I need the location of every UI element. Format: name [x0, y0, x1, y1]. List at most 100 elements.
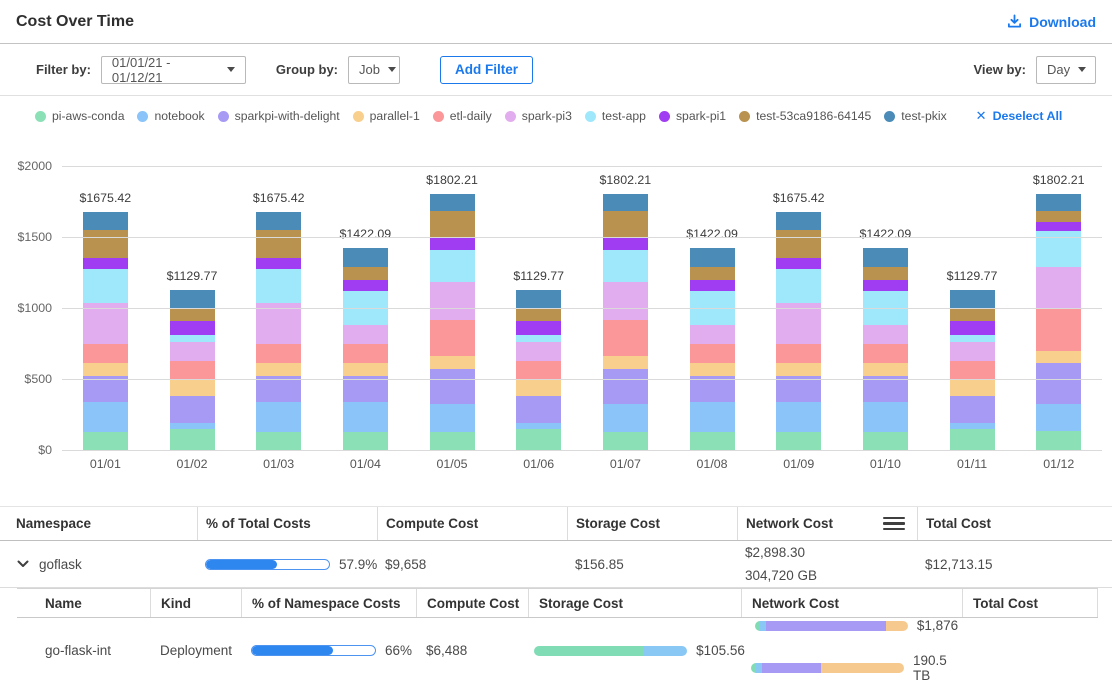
bar-segment-test-pkix[interactable] — [516, 290, 561, 309]
bar-segment-sparkpi-with-delight[interactable] — [1036, 363, 1081, 404]
stacked-bar[interactable] — [603, 194, 648, 450]
bar-segment-sparkpi-with-delight[interactable] — [170, 396, 215, 423]
bar-segment-notebook[interactable] — [863, 402, 908, 432]
bar-segment-test-53ca9186-64145[interactable] — [603, 211, 648, 239]
bar-segment-pi-aws-conda[interactable] — [256, 432, 301, 450]
bar-segment-spark-pi3[interactable] — [343, 325, 388, 344]
bar-segment-pi-aws-conda[interactable] — [170, 429, 215, 450]
bar-segment-test-53ca9186-64145[interactable] — [343, 267, 388, 280]
download-button[interactable]: Download — [1007, 14, 1096, 30]
stacked-bar[interactable] — [343, 248, 388, 450]
bar-segment-spark-pi1[interactable] — [430, 238, 475, 249]
bar-segment-test-53ca9186-64145[interactable] — [83, 230, 128, 259]
stacked-bar[interactable] — [863, 248, 908, 450]
bar-segment-parallel-1[interactable] — [83, 363, 128, 376]
bar-segment-test-app[interactable] — [430, 250, 475, 282]
stacked-bar[interactable] — [516, 290, 561, 450]
column-header-name[interactable]: Name — [17, 589, 150, 617]
bar-segment-test-app[interactable] — [83, 269, 128, 304]
bar-segment-etl-daily[interactable] — [516, 361, 561, 379]
bar-segment-test-pkix[interactable] — [690, 248, 735, 267]
bar-segment-spark-pi3[interactable] — [516, 342, 561, 361]
bar-segment-sparkpi-with-delight[interactable] — [950, 396, 995, 423]
column-header-storage-cost[interactable]: Storage Cost — [567, 507, 737, 540]
legend-item[interactable]: test-app — [585, 109, 646, 123]
bar-segment-etl-daily[interactable] — [83, 344, 128, 363]
bar-segment-spark-pi3[interactable] — [950, 342, 995, 361]
bar-segment-test-pkix[interactable] — [1036, 194, 1081, 211]
bar-segment-etl-daily[interactable] — [256, 344, 301, 363]
column-header-total-cost[interactable]: Total Cost — [962, 589, 1098, 617]
legend-item[interactable]: spark-pi3 — [505, 109, 572, 123]
bar-segment-test-pkix[interactable] — [603, 194, 648, 211]
bar-segment-pi-aws-conda[interactable] — [516, 429, 561, 450]
bar-segment-test-53ca9186-64145[interactable] — [430, 211, 475, 239]
bar-segment-parallel-1[interactable] — [690, 363, 735, 376]
bar-segment-parallel-1[interactable] — [170, 379, 215, 397]
bar-segment-spark-pi3[interactable] — [256, 303, 301, 343]
bar-segment-spark-pi1[interactable] — [343, 280, 388, 291]
column-header-compute-cost[interactable]: Compute Cost — [377, 507, 567, 540]
bar-segment-parallel-1[interactable] — [256, 363, 301, 376]
stacked-bar[interactable] — [1036, 194, 1081, 450]
legend-item[interactable]: parallel-1 — [353, 109, 420, 123]
bar-segment-test-app[interactable] — [603, 250, 648, 282]
legend-item[interactable]: test-53ca9186-64145 — [739, 109, 871, 123]
bar-segment-notebook[interactable] — [690, 402, 735, 432]
bar-segment-etl-daily[interactable] — [1036, 309, 1081, 351]
bar-segment-pi-aws-conda[interactable] — [863, 432, 908, 450]
bar-segment-test-53ca9186-64145[interactable] — [690, 267, 735, 280]
bar-segment-parallel-1[interactable] — [430, 356, 475, 369]
bar-segment-sparkpi-with-delight[interactable] — [430, 369, 475, 404]
stacked-bar[interactable] — [170, 290, 215, 450]
bar-segment-notebook[interactable] — [1036, 404, 1081, 431]
column-header-storage-cost[interactable]: Storage Cost — [528, 589, 741, 617]
bar-segment-etl-daily[interactable] — [690, 344, 735, 363]
stacked-bar[interactable] — [776, 212, 821, 450]
legend-item[interactable]: spark-pi1 — [659, 109, 726, 123]
column-header-namespace[interactable]: Namespace — [0, 507, 197, 540]
bar-segment-pi-aws-conda[interactable] — [343, 432, 388, 450]
bar-segment-test-pkix[interactable] — [343, 248, 388, 267]
legend-item[interactable]: test-pkix — [884, 109, 946, 123]
bar-segment-pi-aws-conda[interactable] — [690, 432, 735, 450]
bar-segment-spark-pi3[interactable] — [83, 303, 128, 343]
stacked-bar[interactable] — [430, 194, 475, 450]
column-header-network-cost[interactable]: Network Cost — [741, 589, 962, 617]
bar-segment-spark-pi3[interactable] — [603, 282, 648, 320]
bar-segment-test-app[interactable] — [950, 335, 995, 342]
bar-segment-test-pkix[interactable] — [863, 248, 908, 267]
bar-segment-test-pkix[interactable] — [776, 212, 821, 229]
legend-item[interactable]: sparkpi-with-delight — [218, 109, 340, 123]
bar-segment-notebook[interactable] — [776, 402, 821, 432]
bar-segment-test-pkix[interactable] — [256, 212, 301, 229]
column-header-network-cost[interactable]: Network Cost — [737, 507, 917, 540]
bar-segment-pi-aws-conda[interactable] — [603, 432, 648, 450]
bar-segment-spark-pi1[interactable] — [863, 280, 908, 291]
bar-segment-pi-aws-conda[interactable] — [83, 432, 128, 450]
bar-segment-parallel-1[interactable] — [1036, 351, 1081, 363]
column-menu-icon[interactable] — [881, 515, 907, 533]
bar-segment-notebook[interactable] — [603, 404, 648, 432]
bar-segment-sparkpi-with-delight[interactable] — [516, 396, 561, 423]
bar-segment-sparkpi-with-delight[interactable] — [603, 369, 648, 404]
column-header-compute-cost[interactable]: Compute Cost — [416, 589, 528, 617]
group-by-select[interactable]: Job — [348, 56, 400, 84]
legend-item[interactable]: pi-aws-conda — [35, 109, 124, 123]
bar-segment-test-53ca9186-64145[interactable] — [256, 230, 301, 259]
legend-item[interactable]: notebook — [137, 109, 204, 123]
bar-segment-test-53ca9186-64145[interactable] — [1036, 211, 1081, 222]
legend-item[interactable]: etl-daily — [433, 109, 492, 123]
bar-segment-spark-pi3[interactable] — [1036, 267, 1081, 309]
bar-segment-notebook[interactable] — [256, 402, 301, 432]
bar-segment-pi-aws-conda[interactable] — [1036, 431, 1081, 450]
bar-segment-test-53ca9186-64145[interactable] — [776, 230, 821, 259]
bar-segment-spark-pi1[interactable] — [603, 238, 648, 249]
bar-segment-spark-pi1[interactable] — [516, 321, 561, 334]
bar-segment-etl-daily[interactable] — [343, 344, 388, 363]
add-filter-button[interactable]: Add Filter — [440, 56, 533, 84]
column-header-kind[interactable]: Kind — [150, 589, 241, 617]
bar-segment-spark-pi3[interactable] — [776, 303, 821, 343]
bar-segment-test-pkix[interactable] — [170, 290, 215, 309]
stacked-bar[interactable] — [83, 212, 128, 450]
